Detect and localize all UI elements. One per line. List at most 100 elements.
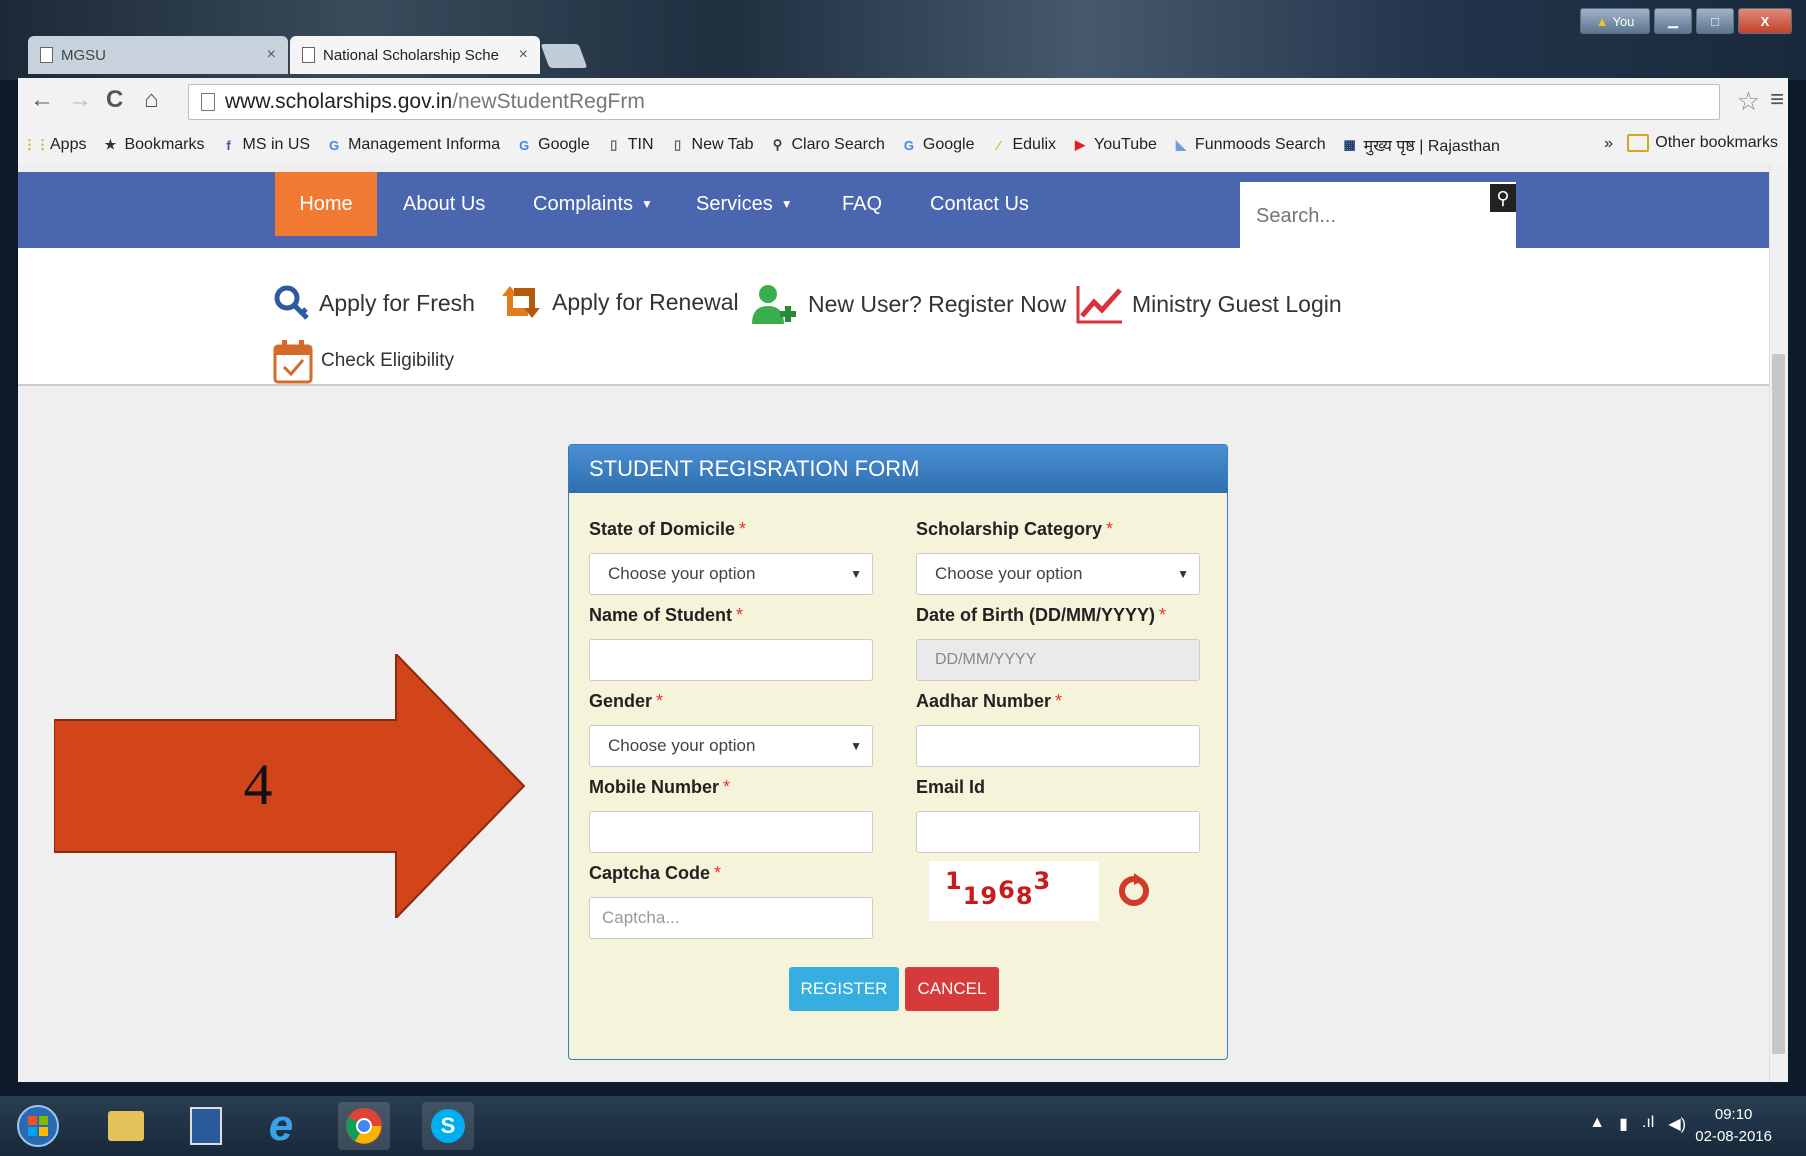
quick-links: Apply for Fresh Apply for Renewal New Us… [18,248,1770,386]
dob-label: Date of Birth (DD/MM/YYYY) * [916,605,1167,625]
chart-trend-icon [1076,286,1122,324]
bookmark-item[interactable]: f MS in US [221,136,310,154]
internet-explorer-icon[interactable]: e [255,1101,307,1150]
back-icon[interactable]: ← [30,86,54,114]
url-path: /newStudentRegFrm [452,90,645,113]
add-user-icon [752,285,796,324]
state-select[interactable]: Choose your option ▼ [589,553,873,595]
start-button[interactable] [12,1102,64,1150]
apply-renewal-link[interactable]: Apply for Renewal [498,284,739,320]
apply-fresh-link[interactable]: Apply for Fresh [273,284,475,322]
tab-mgsu[interactable]: MGSU × [28,36,288,74]
funmoods-icon: ◣ [1175,137,1186,152]
home-icon[interactable]: ⌂ [144,86,159,114]
bookmark-item[interactable]: ▶ YouTube [1072,136,1157,154]
scrollbar-thumb[interactable] [1772,354,1785,1054]
menu-icon[interactable]: ≡ [1770,86,1784,114]
bookmark-item[interactable]: ⁄ Edulix [990,136,1056,154]
search-icon[interactable]: ⚲ [1490,184,1516,212]
skype-icon[interactable]: S [422,1102,474,1150]
window-controls: ▲ You ▁ □ X [1580,8,1792,34]
site-search [1240,182,1516,248]
clock-date: 02-08-2016 [1695,1128,1772,1145]
tab-national-scholarship[interactable]: National Scholarship Sche × [290,36,540,74]
check-eligibility-link[interactable]: Check Eligibility [273,338,454,384]
close-tab-icon[interactable]: × [519,46,528,64]
clock[interactable]: 09:10 02-08-2016 [1695,1104,1772,1148]
step-arrow-annotation: 4 [53,651,530,923]
caret-down-icon: ▼ [641,197,653,211]
step-number: 4 [244,752,273,817]
clock-time: 09:10 [1714,1106,1753,1123]
nav-complaints[interactable]: Complaints ▼ [533,172,653,236]
search-icon: ⚲ [772,137,783,152]
file-explorer-icon[interactable] [100,1102,152,1150]
tab-label: National Scholarship Sche [323,46,499,64]
renew-icon [502,286,540,318]
maximize-button[interactable]: □ [1696,8,1734,34]
close-window-button[interactable]: X [1738,8,1792,34]
mobile-input[interactable] [589,811,873,853]
bookmark-item[interactable]: ⋮⋮ Apps [23,136,86,154]
google-icon: G [519,137,530,153]
bookmark-item[interactable]: G Google [901,136,975,154]
nav-about-us[interactable]: About Us [403,172,485,236]
ministry-login-link[interactable]: Ministry Guest Login [1076,284,1342,324]
email-input[interactable] [916,811,1200,853]
other-bookmarks[interactable]: Other bookmarks [1627,134,1778,152]
bookmark-item[interactable]: ▦ मुख्य पृष्ठ | Rajasthan [1342,134,1500,156]
bookmark-item[interactable]: ◣ Funmoods Search [1173,136,1326,154]
media-player-icon[interactable] [180,1102,232,1150]
bookmark-star-icon[interactable]: ☆ [1737,86,1760,117]
cancel-button[interactable]: CANCEL [905,967,999,1011]
bookmark-item[interactable]: G Google [516,136,590,154]
page-scrollbar[interactable] [1769,164,1788,1082]
category-select[interactable]: Choose your option ▼ [916,553,1200,595]
forward-icon[interactable]: → [68,86,92,114]
aadhar-input[interactable] [916,725,1200,767]
bookmark-item[interactable]: ▯ New Tab [670,136,754,154]
user-badge[interactable]: ▲ You [1580,8,1650,34]
captcha-image: 119683 [929,861,1099,921]
captcha-input[interactable]: Captcha... [589,897,873,939]
search-input[interactable] [1254,204,1478,229]
volume-icon[interactable]: ◀) [1668,1114,1686,1134]
refresh-captcha-icon[interactable] [1117,871,1151,909]
url-host: www.scholarships.gov.in [225,90,453,113]
page-icon [201,93,215,111]
name-input[interactable] [589,639,873,681]
gender-select[interactable]: Choose your option ▼ [589,725,873,767]
bookmark-item[interactable]: ▯ TIN [606,136,653,154]
dob-input[interactable]: DD/MM/YYYY [916,639,1200,681]
register-link[interactable]: New User? Register Now [752,284,1066,324]
gender-label: Gender * [589,691,664,711]
nav-faq[interactable]: FAQ [842,172,882,236]
email-label: Email Id [916,777,986,797]
nav-services[interactable]: Services ▼ [696,172,793,236]
minimize-button[interactable]: ▁ [1654,8,1692,34]
register-button[interactable]: REGISTER [789,967,899,1011]
bookmark-item[interactable]: G Management Informa [326,136,500,154]
address-bar[interactable]: www.scholarships.gov.in/newStudentRegFrm [188,84,1720,120]
right-arrow-shape: 4 [53,651,526,921]
nav-home[interactable]: Home [275,172,377,236]
bookmark-item[interactable]: ★ Bookmarks [102,136,205,154]
bookmark-item[interactable]: ⚲ Claro Search [770,136,885,154]
caret-down-icon: ▼ [780,197,793,211]
reload-icon[interactable]: C [106,86,123,114]
edulix-icon: ⁄ [997,137,1000,153]
signal-icon[interactable]: .ıl [1642,1114,1654,1134]
google-icon: G [903,137,914,153]
dropdown-arrow-icon: ▼ [850,739,862,753]
site-navbar: Home About Us Complaints ▼ Services ▼ FAQ … [18,172,1770,248]
dropdown-arrow-icon: ▼ [850,567,862,581]
chrome-icon[interactable] [338,1102,390,1150]
close-tab-icon[interactable]: × [267,46,276,64]
bookmarks-overflow-button[interactable]: » [1604,135,1613,153]
nav-contact-us[interactable]: Contact Us [930,172,1029,236]
name-label: Name of Student * [589,605,744,625]
show-hidden-icons-icon[interactable]: ▲ [1589,1114,1605,1134]
battery-icon[interactable]: ▮ [1619,1114,1628,1134]
bookmarks-bar: ⋮⋮ Apps ★ Bookmarks f MS in US G Management Inf… [18,126,1788,164]
rajasthan-icon: ▦ [1343,137,1356,152]
